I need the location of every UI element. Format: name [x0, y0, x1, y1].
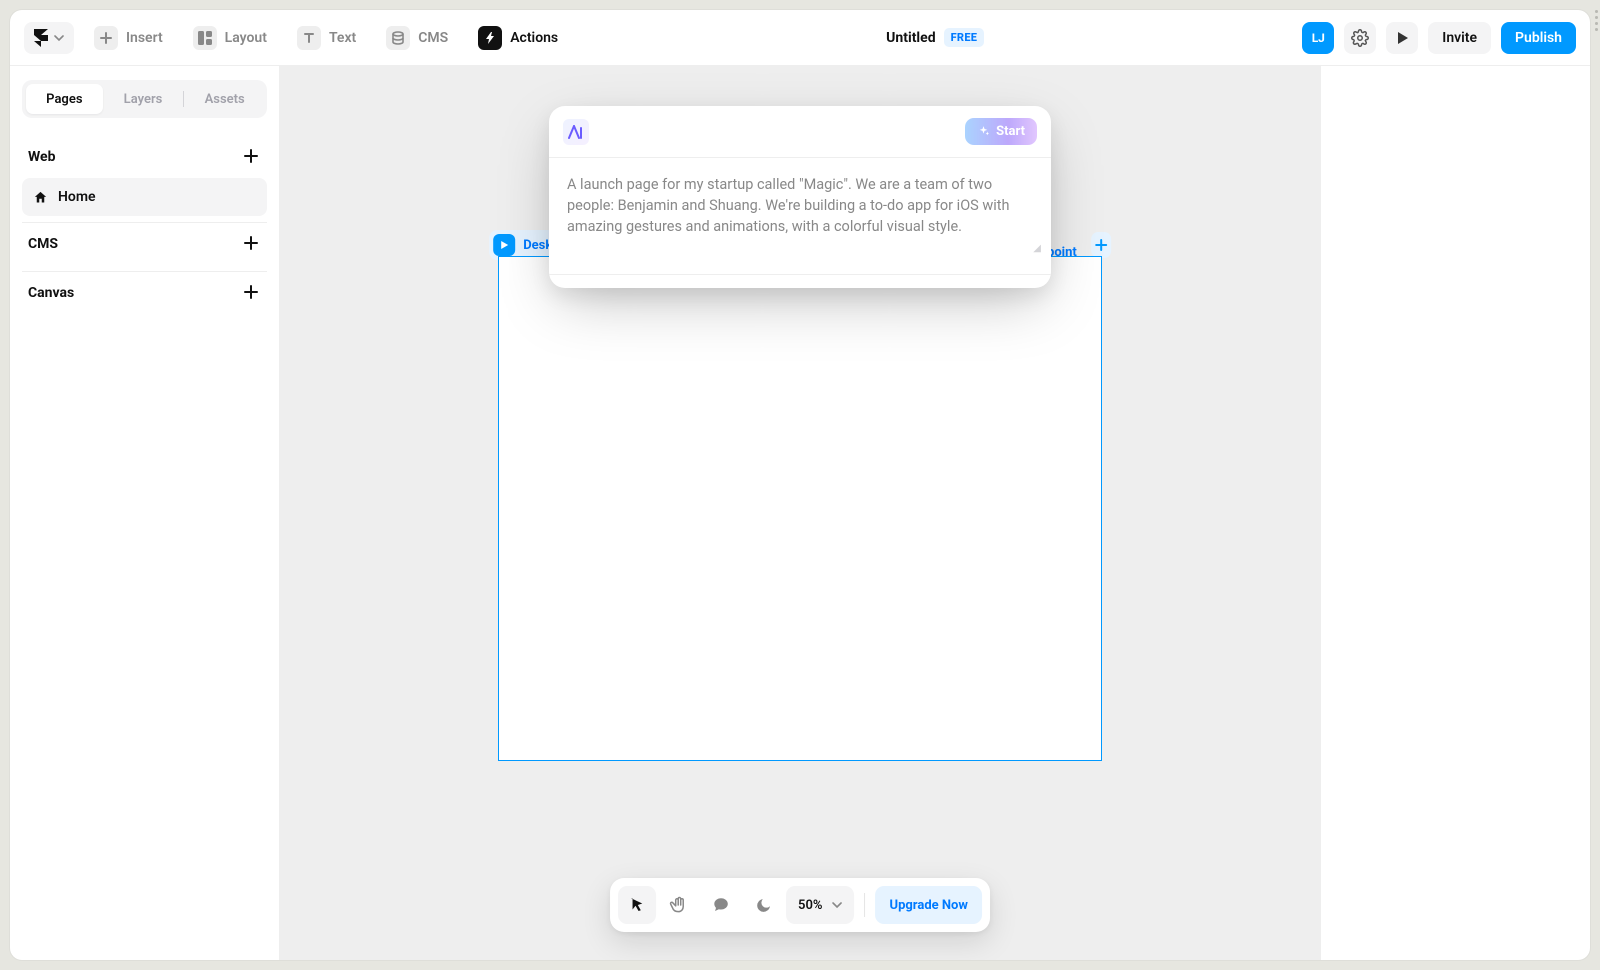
plus-icon	[243, 284, 259, 300]
toolbar-item-label: Actions	[510, 30, 558, 46]
page-item-label: Home	[58, 189, 96, 205]
add-web-page-button[interactable]	[243, 148, 261, 166]
plus-icon	[243, 235, 259, 251]
chevron-down-icon	[54, 33, 64, 43]
bolt-icon	[478, 26, 502, 50]
hand-icon	[669, 895, 689, 915]
tool-theme[interactable]	[744, 886, 782, 924]
toolbar-text[interactable]: Text	[287, 22, 366, 54]
cursor-icon	[628, 896, 646, 914]
tab-assets[interactable]: Assets	[186, 84, 263, 114]
play-icon	[1394, 30, 1410, 46]
canvas[interactable]: Desktop Add Breakpoint	[280, 66, 1320, 960]
plus-icon	[243, 148, 259, 164]
plus-icon	[1094, 238, 1108, 252]
toolbar-actions[interactable]: Actions	[468, 22, 568, 54]
right-inspector	[1320, 66, 1590, 960]
tab-pages[interactable]: Pages	[26, 84, 103, 114]
framer-logo-icon	[34, 29, 48, 47]
section-web: Web Home	[22, 136, 267, 216]
layout-icon	[193, 26, 217, 50]
publish-button[interactable]: Publish	[1501, 22, 1576, 54]
tab-divider	[183, 91, 184, 107]
tab-layers[interactable]: Layers	[105, 84, 182, 114]
zoom-value: 50%	[798, 898, 822, 913]
chevron-down-icon	[833, 900, 843, 910]
main-menu-button[interactable]	[24, 22, 74, 54]
tool-hand[interactable]	[660, 886, 698, 924]
sparkle-icon	[977, 125, 990, 138]
page-item-home[interactable]: Home	[22, 178, 267, 216]
ai-logo-icon	[563, 119, 589, 145]
plan-badge[interactable]: FREE	[944, 28, 985, 47]
toolbar-item-label: Insert	[126, 30, 163, 46]
ai-start-label: Start	[996, 124, 1025, 139]
top-toolbar: Insert Layout Text CMS	[10, 10, 1590, 66]
toolbar-cms[interactable]: CMS	[376, 22, 458, 54]
section-cms: CMS	[22, 222, 267, 265]
section-title: Canvas	[28, 285, 74, 301]
left-sidebar: Pages Layers Assets Web Home	[10, 66, 280, 960]
play-square-icon	[493, 234, 515, 256]
sidebar-tabs: Pages Layers Assets	[22, 80, 267, 118]
ai-prompt-input[interactable]	[565, 172, 1035, 252]
tool-comment[interactable]	[702, 886, 740, 924]
plus-square-icon	[94, 26, 118, 50]
add-cms-button[interactable]	[243, 235, 261, 253]
preview-button[interactable]	[1386, 22, 1418, 54]
app-window: Insert Layout Text CMS	[10, 10, 1590, 960]
ai-popover-footer	[549, 274, 1051, 288]
section-title: CMS	[28, 236, 58, 252]
text-icon	[297, 26, 321, 50]
bottom-toolbar: 50% Upgrade Now	[610, 878, 990, 932]
ai-generate-popover: Start ◢	[549, 106, 1051, 288]
toolbar-item-label: Layout	[225, 30, 267, 46]
database-icon	[386, 26, 410, 50]
section-canvas: Canvas	[22, 271, 267, 314]
toolbar-insert[interactable]: Insert	[84, 22, 173, 54]
home-icon	[32, 189, 48, 205]
upgrade-button[interactable]: Upgrade Now	[876, 886, 982, 924]
bottom-bar-separator	[865, 893, 866, 917]
toolbar-item-label: Text	[329, 30, 356, 46]
toolbar-layout[interactable]: Layout	[183, 22, 277, 54]
zoom-dropdown[interactable]: 50%	[786, 886, 854, 924]
ai-start-button[interactable]: Start	[965, 118, 1037, 145]
user-avatar[interactable]: LJ	[1302, 22, 1334, 54]
section-title: Web	[28, 149, 55, 165]
canvas-frame[interactable]	[498, 256, 1102, 761]
settings-button[interactable]	[1344, 22, 1376, 54]
gear-icon	[1351, 29, 1369, 47]
add-canvas-button[interactable]	[243, 284, 261, 302]
window-resize-grip[interactable]	[1595, 10, 1598, 31]
add-breakpoint-button[interactable]	[1091, 232, 1111, 258]
moon-icon	[755, 897, 772, 914]
invite-button[interactable]: Invite	[1428, 22, 1491, 54]
comment-icon	[712, 896, 730, 914]
tool-select[interactable]	[618, 886, 656, 924]
toolbar-item-label: CMS	[418, 30, 448, 46]
document-title[interactable]: Untitled	[886, 30, 935, 46]
